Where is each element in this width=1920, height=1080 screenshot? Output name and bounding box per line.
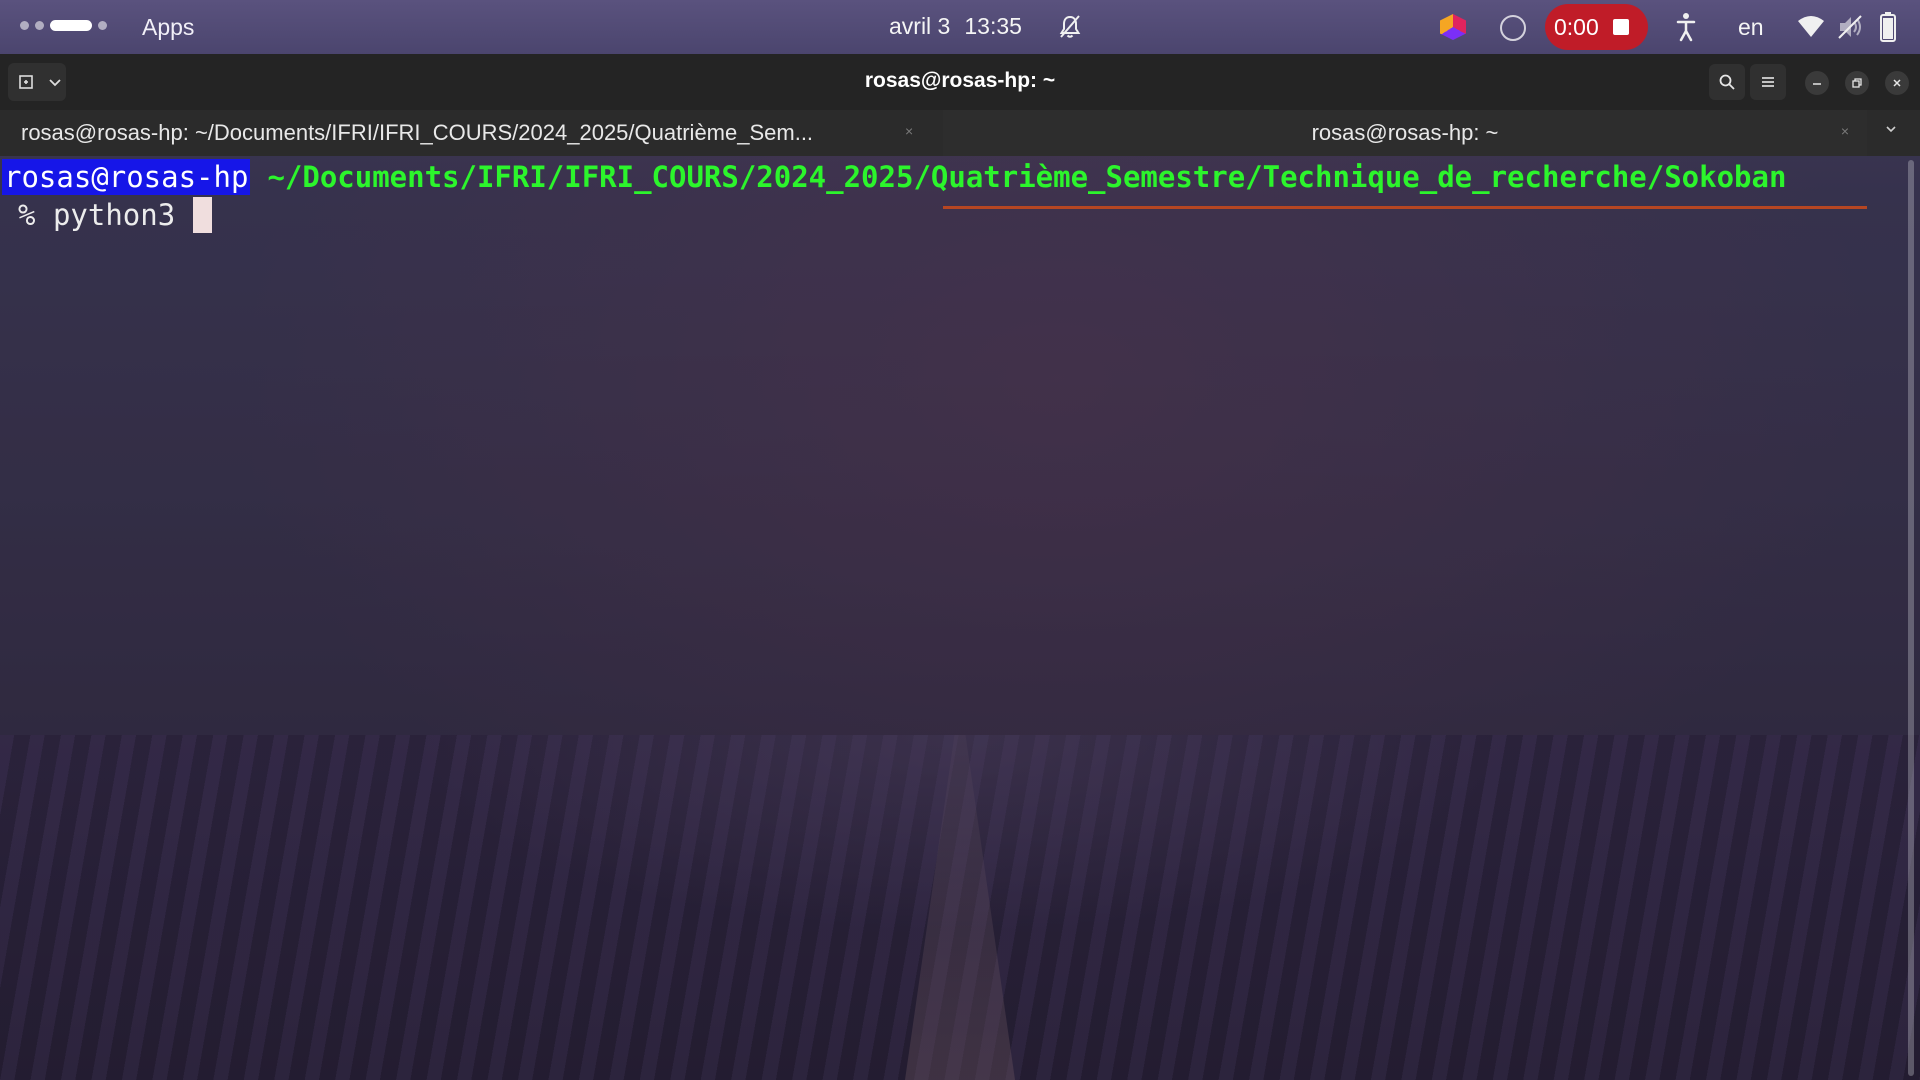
prompt-line: rosas@rosas-hp ~/Documents/IFRI/IFRI_COU… [2, 158, 1786, 196]
wifi-icon[interactable] [1797, 13, 1825, 41]
tab-sokoban[interactable]: rosas@rosas-hp: ~/Documents/IFRI/IFRI_CO… [0, 110, 943, 156]
restore-button[interactable] [1845, 71, 1869, 95]
workspace-dot [35, 21, 44, 30]
bell-muted-icon[interactable] [1057, 14, 1083, 40]
accessibility-icon[interactable] [1676, 12, 1696, 42]
app-icon[interactable] [1440, 14, 1466, 40]
workspace-indicator[interactable] [20, 20, 107, 31]
minimize-button[interactable] [1805, 71, 1829, 95]
close-icon [1893, 79, 1901, 87]
volume-muted-icon[interactable] [1837, 14, 1863, 40]
terminal-headerbar[interactable]: rosas@rosas-hp: ~ [0, 54, 1920, 110]
tab-home[interactable]: rosas@rosas-hp: ~ × [943, 110, 1867, 156]
system-top-bar: Apps avril 3 13:35 0:00 en [0, 0, 1920, 54]
search-button[interactable] [1709, 64, 1745, 100]
scrollbar[interactable] [1908, 160, 1914, 1076]
menu-button[interactable] [1750, 64, 1786, 100]
tab-list-chevron-icon[interactable] [1884, 122, 1898, 136]
keyboard-language[interactable]: en [1738, 14, 1764, 41]
recording-timer: 0:00 [1554, 13, 1599, 40]
prompt-user-host: rosas@rosas-hp [2, 159, 251, 195]
battery-icon[interactable] [1880, 12, 1896, 42]
hamburger-icon [1762, 77, 1774, 87]
terminal-output[interactable]: rosas@rosas-hp ~/Documents/IFRI/IFRI_COU… [0, 156, 1920, 1080]
workspace-dot [98, 21, 107, 30]
text-cursor [193, 197, 213, 233]
window-title: rosas@rosas-hp: ~ [864, 69, 1056, 92]
apps-button[interactable]: Apps [142, 14, 194, 41]
search-icon [1719, 74, 1735, 90]
clock-time: 13:35 [964, 13, 1022, 39]
prompt-symbol: % [18, 198, 36, 232]
minimize-icon [1813, 83, 1821, 85]
tab-bar: rosas@rosas-hp: ~/Documents/IFRI/IFRI_CO… [0, 110, 1920, 209]
clock-date: avril 3 [889, 13, 951, 39]
screen-recording-indicator[interactable]: 0:00 [1545, 4, 1648, 50]
tab-label: rosas@rosas-hp: ~ [1311, 120, 1499, 145]
close-button[interactable] [1885, 71, 1909, 95]
prompt-cwd: ~/Documents/IFRI/IFRI_COURS/2024_2025/Qu… [267, 160, 1787, 194]
stop-icon[interactable] [1612, 19, 1629, 35]
tab-close-icon[interactable]: × [905, 123, 913, 139]
clock[interactable]: avril 3 13:35 [889, 13, 1022, 40]
workspace-active [50, 20, 92, 31]
tab-label: rosas@rosas-hp: ~/Documents/IFRI/IFRI_CO… [21, 120, 814, 145]
workspace-dot [20, 21, 29, 30]
terminal-window: rosas@rosas-hp: ~ rosas@rosas-hp: ~/Docu… [0, 54, 1920, 1080]
circle-icon[interactable] [1500, 15, 1526, 41]
restore-icon [1852, 78, 1862, 88]
command-line[interactable]: % python3 [18, 196, 213, 234]
tab-close-icon[interactable]: × [1841, 123, 1849, 139]
command-text: python3 [52, 198, 176, 232]
